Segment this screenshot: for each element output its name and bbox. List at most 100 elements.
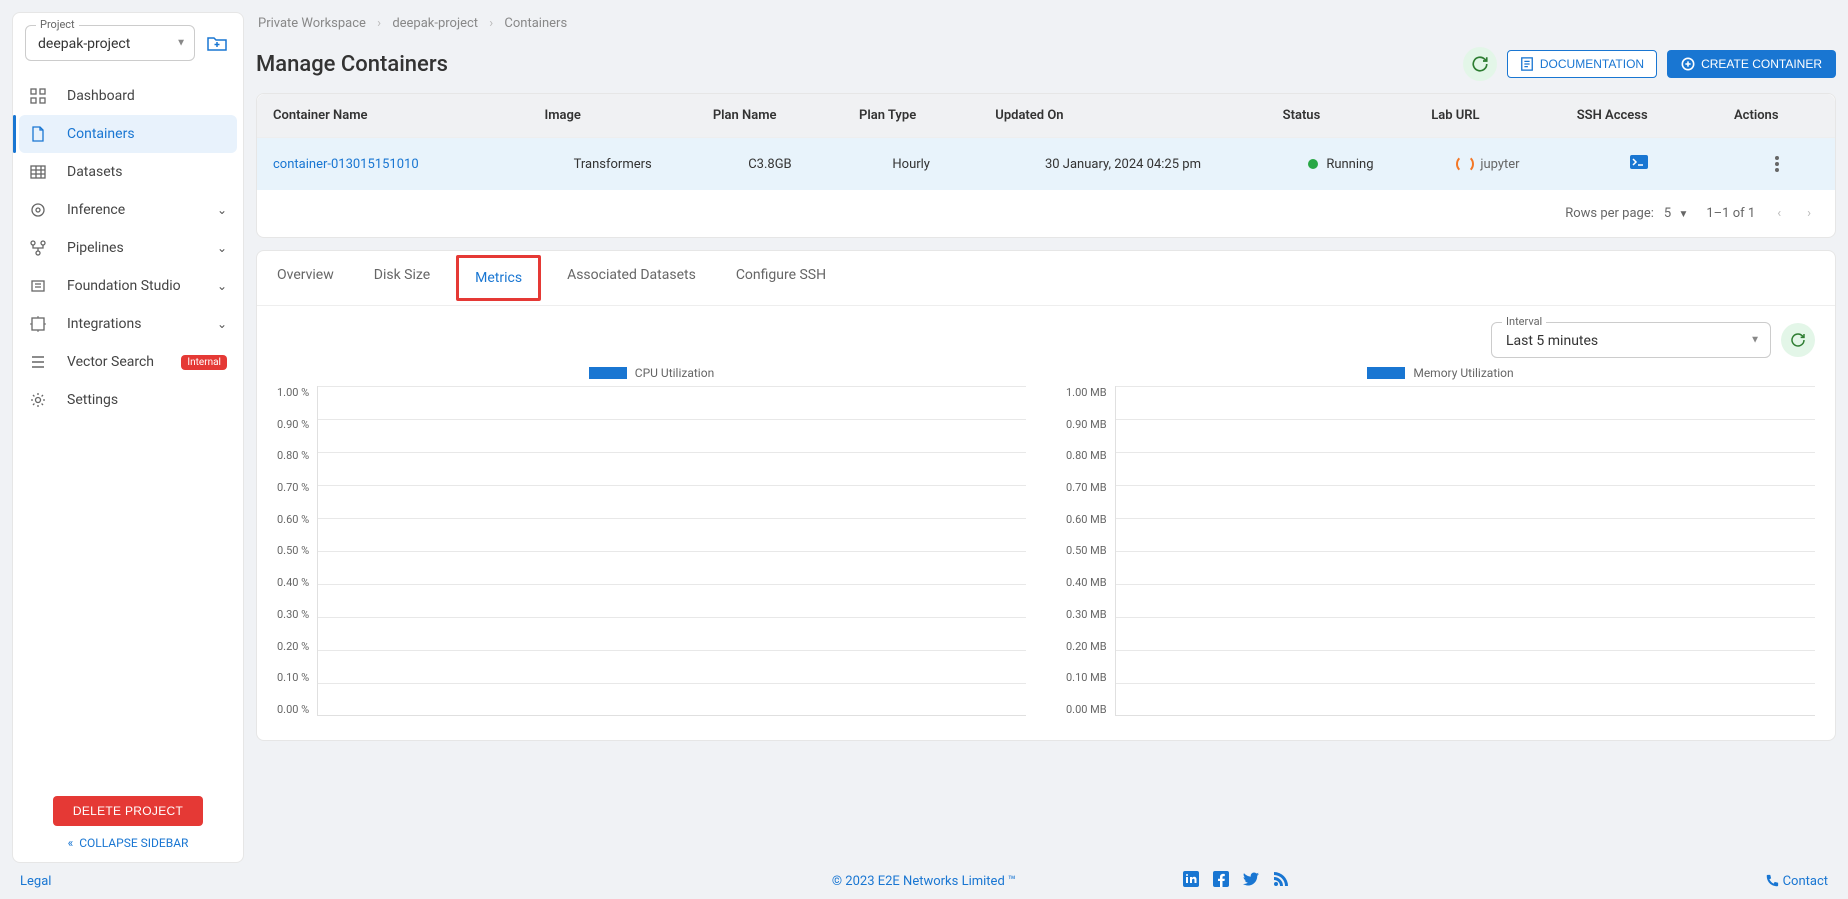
rows-per-page-select[interactable]: 5 ▼	[1664, 206, 1688, 221]
create-container-button[interactable]: CREATE CONTAINER	[1667, 50, 1836, 78]
y-tick: 0.60 %	[277, 513, 309, 526]
table-header: SSH Access	[1561, 94, 1718, 138]
twitter-icon[interactable]	[1243, 871, 1259, 891]
tab-metrics[interactable]: Metrics	[456, 255, 541, 301]
social-links	[1183, 871, 1289, 891]
breadcrumb-separator: ›	[489, 16, 493, 31]
sidebar-item-label: Containers	[67, 126, 135, 142]
container-detail-card: Overview Disk Size Metrics Associated Da…	[256, 250, 1836, 741]
page-title: Manage Containers	[256, 52, 448, 77]
memory-chart: Memory Utilization 1.00 MB 0.90 MB 0.80 …	[1066, 366, 1815, 716]
nav: Dashboard Containers Datasets Inference …	[13, 69, 243, 784]
plus-circle-icon	[1681, 57, 1695, 71]
chevron-down-icon: ⌄	[217, 203, 227, 217]
sidebar-item-integrations[interactable]: Integrations ⌄	[13, 305, 243, 343]
documentation-label: DOCUMENTATION	[1540, 57, 1644, 71]
sidebar-item-label: Settings	[67, 392, 118, 408]
contact-link[interactable]: Contact	[1765, 874, 1828, 889]
phone-icon	[1765, 874, 1779, 888]
next-page-button[interactable]: ›	[1803, 202, 1815, 225]
collapse-sidebar-label: COLLAPSE SIDEBAR	[79, 836, 188, 850]
sidebar-item-settings[interactable]: Settings	[13, 381, 243, 419]
breadcrumb-part[interactable]: deepak-project	[392, 16, 478, 31]
sidebar-item-datasets[interactable]: Datasets	[13, 153, 243, 191]
y-tick: 0.10 MB	[1066, 671, 1107, 684]
chart-title: Memory Utilization	[1413, 366, 1513, 380]
y-axis: 1.00 % 0.90 % 0.80 % 0.70 % 0.60 % 0.50 …	[277, 386, 317, 716]
refresh-button[interactable]	[1463, 47, 1497, 81]
sidebar-item-foundation-studio[interactable]: Foundation Studio ⌄	[13, 267, 243, 305]
chart-title: CPU Utilization	[635, 366, 714, 380]
pagination: Rows per page: 5 ▼ 1–1 of 1 ‹ ›	[257, 190, 1835, 237]
chevrons-left-icon: «	[68, 836, 74, 850]
tab-associated-datasets[interactable]: Associated Datasets	[547, 251, 716, 305]
chart-plot-area	[1115, 386, 1815, 716]
table-header: Lab URL	[1415, 94, 1561, 138]
tabs: Overview Disk Size Metrics Associated Da…	[257, 251, 1835, 306]
dashboard-icon	[29, 87, 47, 105]
containers-table: Container Name Image Plan Name Plan Type…	[257, 94, 1835, 190]
sidebar-item-dashboard[interactable]: Dashboard	[13, 77, 243, 115]
linkedin-icon[interactable]	[1183, 871, 1199, 891]
breadcrumb-part[interactable]: Containers	[504, 16, 567, 31]
y-axis: 1.00 MB 0.90 MB 0.80 MB 0.70 MB 0.60 MB …	[1066, 386, 1115, 716]
breadcrumb-part[interactable]: Private Workspace	[258, 16, 366, 31]
tab-overview[interactable]: Overview	[257, 251, 354, 305]
y-tick: 0.60 MB	[1066, 513, 1107, 526]
sidebar-item-label: Vector Search	[67, 354, 154, 370]
footer: Legal © 2023 E2E Networks Limited ™ Cont…	[0, 863, 1848, 899]
table-row[interactable]: container-013015151010 Transformers C3.8…	[257, 138, 1835, 191]
chevron-down-icon: ⌄	[217, 279, 227, 293]
container-name-link[interactable]: container-013015151010	[273, 157, 419, 172]
interval-legend: Interval	[1502, 315, 1546, 328]
table-header: Updated On	[979, 94, 1266, 138]
y-tick: 0.80 MB	[1066, 449, 1107, 462]
y-tick: 0.50 %	[277, 544, 309, 557]
sidebar-item-label: Foundation Studio	[67, 278, 181, 294]
project-select[interactable]: Project deepak-project ▼	[25, 25, 195, 61]
sidebar-item-label: Integrations	[67, 316, 141, 332]
project-select-value: deepak-project	[38, 36, 130, 52]
sidebar-item-label: Inference	[67, 202, 125, 218]
containers-table-card: Container Name Image Plan Name Plan Type…	[256, 93, 1836, 238]
terminal-icon	[1629, 154, 1649, 170]
contact-label: Contact	[1783, 874, 1828, 889]
lab-url-link[interactable]: jupyter	[1431, 155, 1545, 173]
rows-per-page-label: Rows per page:	[1565, 206, 1654, 221]
sidebar-item-label: Pipelines	[67, 240, 124, 256]
prev-page-button[interactable]: ‹	[1773, 202, 1785, 225]
row-actions-menu[interactable]	[1734, 156, 1819, 172]
collapse-sidebar-button[interactable]: « COLLAPSE SIDEBAR	[68, 836, 189, 850]
sidebar-item-pipelines[interactable]: Pipelines ⌄	[13, 229, 243, 267]
tab-configure-ssh[interactable]: Configure SSH	[716, 251, 846, 305]
inference-icon	[29, 201, 47, 219]
table-header: Plan Name	[697, 94, 843, 138]
sidebar-item-vector-search[interactable]: Vector Search Internal	[13, 343, 243, 381]
breadcrumb: Private Workspace › deepak-project › Con…	[256, 12, 1836, 35]
main: Private Workspace › deepak-project › Con…	[256, 12, 1836, 863]
y-tick: 0.50 MB	[1066, 544, 1107, 557]
y-tick: 0.90 %	[277, 418, 309, 431]
rss-icon[interactable]	[1273, 871, 1289, 891]
interval-select[interactable]: Interval Last 5 minutes ▼	[1491, 322, 1771, 358]
sidebar-item-inference[interactable]: Inference ⌄	[13, 191, 243, 229]
sidebar-item-label: Datasets	[67, 164, 122, 180]
table-header: Container Name	[257, 94, 529, 138]
legal-link[interactable]: Legal	[20, 874, 51, 889]
delete-project-button[interactable]: DELETE PROJECT	[53, 796, 203, 826]
facebook-icon[interactable]	[1213, 871, 1229, 891]
folder-plus-icon	[207, 35, 227, 51]
documentation-button[interactable]: DOCUMENTATION	[1507, 50, 1657, 78]
lab-url-label: jupyter	[1480, 157, 1519, 172]
create-container-label: CREATE CONTAINER	[1701, 57, 1822, 71]
cpu-chart: CPU Utilization 1.00 % 0.90 % 0.80 % 0.7…	[277, 366, 1026, 716]
refresh-metrics-button[interactable]	[1781, 323, 1815, 357]
add-project-button[interactable]	[203, 29, 231, 57]
tab-disk-size[interactable]: Disk Size	[354, 251, 450, 305]
ssh-access-button[interactable]	[1629, 159, 1649, 174]
chevron-down-icon: ▼	[1678, 209, 1688, 220]
integrations-icon	[29, 315, 47, 333]
status-label: Running	[1326, 157, 1373, 172]
legend-swatch	[1367, 367, 1405, 379]
sidebar-item-containers[interactable]: Containers	[19, 115, 237, 153]
